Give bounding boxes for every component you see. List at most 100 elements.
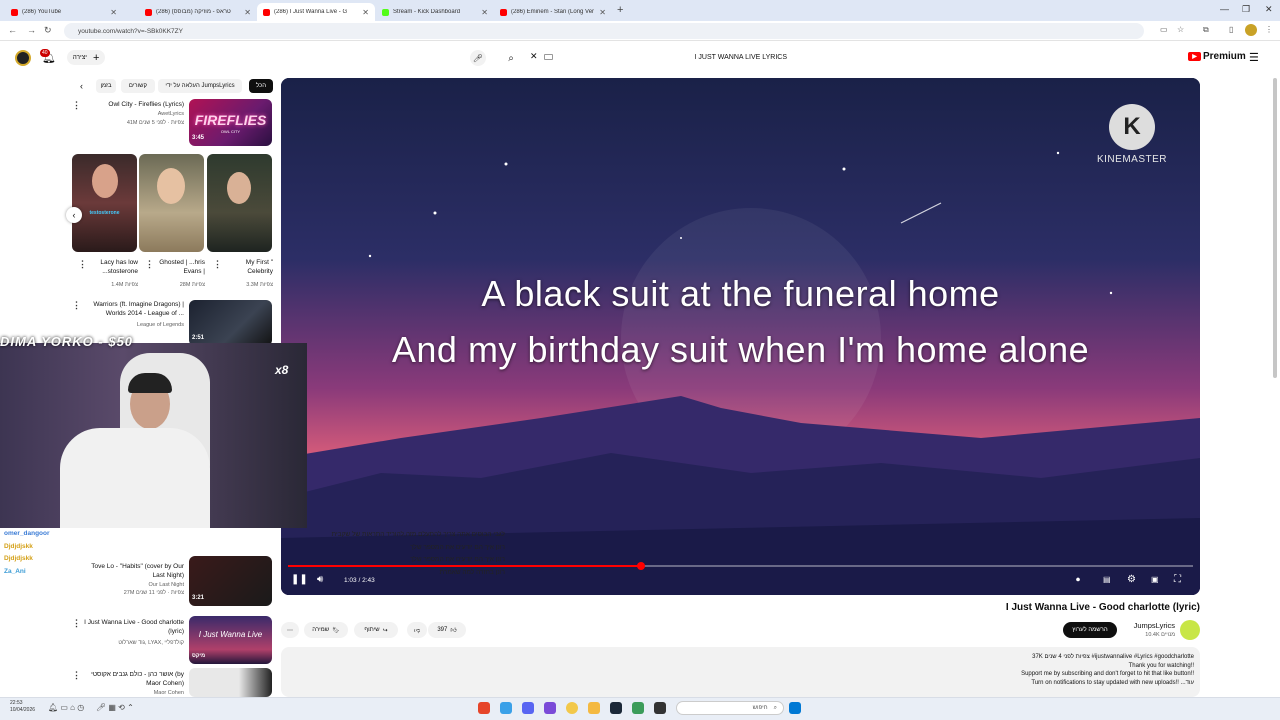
short-title[interactable]: Ghosted | ...hris Evans |: [152, 258, 205, 276]
filter-chip[interactable]: בזמן: [96, 79, 116, 93]
video-title[interactable]: Warriors (ft. Imagine Dragons) | Worlds …: [90, 300, 184, 318]
system-tray-icons[interactable]: 🔔︎ ▭ ⌂ ◷: [48, 703, 84, 712]
channel-name[interactable]: League of Legends: [90, 322, 184, 328]
shorts-prev-icon[interactable]: ‹: [66, 207, 82, 223]
volume-icon[interactable]: 🔊︎: [317, 574, 323, 585]
taskbar-app-icon[interactable]: [544, 702, 556, 714]
short-thumbnail-1[interactable]: testosterone: [72, 154, 137, 252]
browser-menu-icon[interactable]: ⋮: [1265, 25, 1273, 34]
tab-close-icon[interactable]: ✕: [244, 8, 251, 17]
chrome-icon[interactable]: [566, 702, 578, 714]
more-actions-icon[interactable]: ⋮: [78, 259, 87, 270]
windows-start-icon[interactable]: [789, 702, 801, 714]
video-thumbnail-fireflies[interactable]: FIREFLIES OWL CITY 3:45: [189, 99, 272, 146]
address-bar[interactable]: youtube.com/watch?v=-SBk0KK7ZY: [64, 23, 1144, 39]
youtube-premium-logo[interactable]: ▶ Premium: [1188, 51, 1246, 62]
minimize-icon[interactable]: —: [1220, 4, 1229, 14]
reload-icon[interactable]: ↻: [44, 25, 52, 36]
subscribe-button[interactable]: הרשמה לערוץ: [1063, 622, 1117, 638]
voice-search-icon[interactable]: 🎤︎: [470, 50, 486, 66]
miniplayer-icon[interactable]: ▣: [1151, 575, 1159, 584]
channel-avatar[interactable]: [1180, 620, 1200, 640]
browser-tab[interactable]: (286) טראפ - מוזיקה (מבוסס) ✕: [139, 3, 257, 21]
cast-icon[interactable]: ▭: [1160, 25, 1168, 34]
video-thumbnail-habits[interactable]: 3:21: [189, 556, 272, 606]
account-avatar[interactable]: [15, 50, 31, 66]
page-scrollbar[interactable]: [1273, 78, 1277, 378]
profile-avatar[interactable]: [1245, 24, 1257, 36]
filter-chip[interactable]: העלאה על ידי JumpsLyrics: [158, 79, 242, 93]
like-button[interactable]: 397 👍︎: [428, 622, 466, 638]
tab-close-icon[interactable]: ✕: [362, 8, 369, 17]
more-actions-icon[interactable]: ⋮: [72, 100, 81, 111]
more-actions-icon[interactable]: ⋮: [145, 259, 154, 270]
taskbar-app-icon[interactable]: [632, 702, 644, 714]
filter-chip[interactable]: הכל: [249, 79, 273, 93]
more-actions-icon[interactable]: ⋮: [213, 259, 222, 270]
video-description[interactable]: 37K צפיות לפני 4 שנים #ijustwannalive #L…: [281, 647, 1200, 697]
steam-icon[interactable]: [610, 702, 622, 714]
sidebar-icon[interactable]: ▯: [1229, 25, 1233, 34]
create-button[interactable]: יצירה +: [67, 50, 105, 65]
pause-icon[interactable]: ❚❚: [291, 574, 308, 585]
more-actions-icon[interactable]: ⋮: [72, 670, 81, 681]
video-thumbnail-maor[interactable]: [189, 668, 272, 697]
video-title[interactable]: Owl City - Fireflies (Lyrics): [90, 100, 184, 109]
video-title[interactable]: I Just Wanna Live - Good charlotte (lyri…: [84, 618, 184, 636]
short-thumbnail-3[interactable]: [207, 154, 272, 252]
taskbar-clock[interactable]: 22:53 10/04/2026: [10, 700, 35, 713]
video-thumbnail-warriors[interactable]: 2:51: [189, 300, 272, 346]
tab-close-icon[interactable]: ✕: [110, 8, 117, 17]
short-thumbnail-2[interactable]: [139, 154, 204, 252]
fullscreen-icon[interactable]: ⛶: [1174, 574, 1181, 585]
channel-name[interactable]: AwetLyrics: [90, 111, 184, 117]
channel-name[interactable]: Our Last Night: [90, 582, 184, 588]
close-window-icon[interactable]: ✕: [1265, 4, 1273, 15]
discord-icon[interactable]: [522, 702, 534, 714]
taskbar-app-icon[interactable]: [500, 702, 512, 714]
short-title[interactable]: Lacy has low ...stosterone: [85, 258, 138, 276]
share-icon: ↪: [382, 627, 388, 634]
chips-prev-icon[interactable]: ‹: [80, 81, 83, 91]
more-actions-icon[interactable]: ⋮: [72, 300, 81, 311]
back-icon[interactable]: ←: [8, 25, 17, 35]
clear-search-icon[interactable]: ✕: [530, 51, 538, 62]
tab-close-icon[interactable]: ✕: [481, 8, 488, 17]
settings-gear-icon[interactable]: ⚙: [1127, 574, 1136, 585]
search-input[interactable]: I JUST WANNA LIVE LYRICS: [555, 49, 795, 66]
video-meta: 41M צפיות · לפני 5 שנים: [126, 120, 184, 126]
short-title[interactable]: My First " Celebrity: [220, 258, 273, 276]
filter-chip[interactable]: קשורים: [121, 79, 155, 93]
autoplay-toggle-icon[interactable]: ⏺: [1076, 575, 1080, 585]
subtitles-icon[interactable]: ▤: [1103, 575, 1111, 584]
keyboard-icon[interactable]: [544, 54, 553, 60]
tray-volume-network-icons[interactable]: 🎤︎ ▦ ⟲ ⌃: [96, 703, 134, 712]
dislike-button[interactable]: 👎︎: [407, 622, 427, 638]
more-actions-button[interactable]: ⋯: [281, 622, 299, 638]
maximize-icon[interactable]: ❐: [1242, 4, 1250, 15]
bookmark-star-icon[interactable]: ☆: [1177, 25, 1184, 34]
save-button[interactable]: שמירה 🔖︎: [304, 622, 348, 638]
video-title[interactable]: אושר כהן - כולם גנבים אקוסטי (by Maor Co…: [84, 670, 184, 688]
browser-tab[interactable]: (286) YouTube ✕: [5, 3, 123, 21]
channel-name[interactable]: Maor Cohen: [84, 690, 184, 696]
taskbar-app-icon[interactable]: [478, 702, 490, 714]
browser-tab[interactable]: Stream - Kick Dashboard ✕: [376, 3, 494, 21]
taskbar-search-box[interactable]: חיפוש ⌕: [676, 701, 784, 715]
extensions-icon[interactable]: ⧉: [1203, 25, 1209, 35]
taskbar-app-icon[interactable]: [654, 702, 666, 714]
more-actions-icon[interactable]: ⋮: [72, 618, 81, 629]
video-thumbnail-mix[interactable]: I Just Wanna Live מיקס: [189, 616, 272, 664]
guide-menu-icon[interactable]: ☰: [1249, 51, 1259, 64]
forward-icon[interactable]: →: [27, 25, 36, 35]
browser-tab[interactable]: (286) Eminem - Stan (Long Ver ✕: [494, 3, 612, 21]
share-button[interactable]: שיתוף ↪: [354, 622, 398, 638]
progress-scrubber[interactable]: [636, 562, 645, 570]
browser-tab[interactable]: (286) I Just Wanna Live - G ✕: [257, 3, 375, 21]
progress-bar[interactable]: [288, 562, 1193, 570]
tab-close-icon[interactable]: ✕: [599, 8, 606, 17]
new-tab-button[interactable]: +: [617, 4, 623, 16]
search-icon[interactable]: ⌕: [503, 50, 519, 66]
file-explorer-icon[interactable]: [588, 702, 600, 714]
video-player[interactable]: A black suit at the funeral home And my …: [281, 78, 1200, 595]
